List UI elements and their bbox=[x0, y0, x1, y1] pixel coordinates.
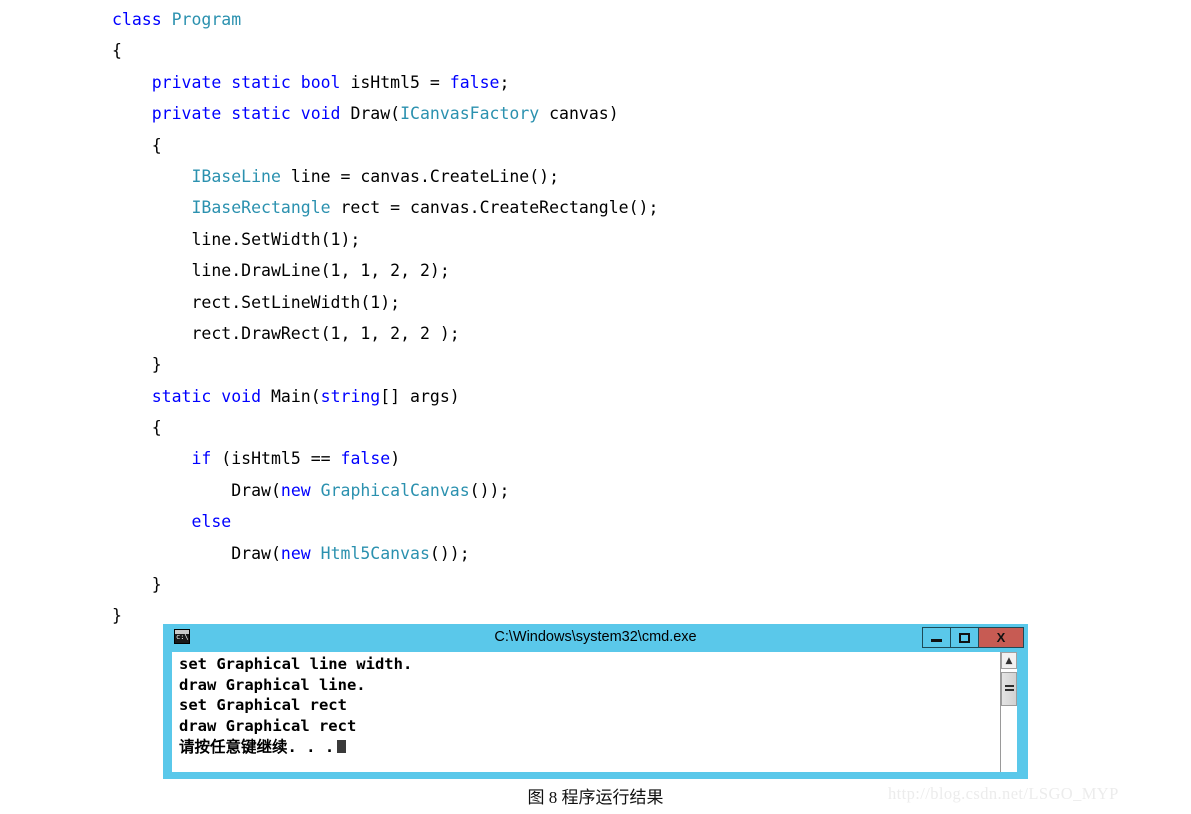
close-button[interactable]: X bbox=[978, 627, 1024, 648]
code-token: IBaseLine bbox=[191, 166, 281, 186]
code-line: { bbox=[112, 412, 658, 443]
code-line: line.DrawLine(1, 1, 2, 2); bbox=[112, 255, 658, 286]
code-token: isHtml5 = bbox=[350, 72, 450, 92]
code-token: false bbox=[449, 72, 500, 92]
code-token: line.DrawLine(1, 1, 2, 2); bbox=[112, 261, 450, 281]
code-token: if bbox=[191, 449, 222, 469]
code-line: rect.SetLineWidth(1); bbox=[112, 287, 658, 318]
code-token: false bbox=[340, 449, 391, 469]
console-line: set Graphical line width. bbox=[179, 655, 413, 673]
code-line: { bbox=[112, 35, 658, 66]
maximize-icon bbox=[959, 632, 970, 643]
code-line: IBaseRectangle rect = canvas.CreateRecta… bbox=[112, 192, 658, 223]
scrollbar-thumb[interactable] bbox=[1001, 672, 1017, 706]
code-token: (isHtml5 == bbox=[221, 449, 341, 469]
grip-icon bbox=[1004, 685, 1014, 693]
code-token: [] args) bbox=[380, 386, 460, 406]
code-token: rect = canvas.CreateRectangle(); bbox=[330, 198, 659, 218]
code-token: Program bbox=[171, 10, 242, 29]
code-token: canvas) bbox=[539, 104, 619, 124]
console-line: set Graphical rect bbox=[179, 696, 347, 715]
code-token: static void bbox=[151, 386, 271, 406]
code-line: rect.DrawRect(1, 1, 2, 2 ); bbox=[112, 318, 658, 349]
code-line: { bbox=[112, 130, 658, 161]
code-line: if (isHtml5 == false) bbox=[112, 443, 658, 474]
minimize-button[interactable] bbox=[922, 627, 951, 648]
code-token: rect.DrawRect(1, 1, 2, 2 ); bbox=[112, 323, 460, 343]
code-token: IBaseRectangle bbox=[191, 198, 331, 218]
code-token: ; bbox=[499, 72, 510, 92]
code-line: } bbox=[112, 569, 658, 600]
console-scrollbar[interactable]: ▲ bbox=[1000, 652, 1017, 772]
code-token: new bbox=[280, 480, 321, 500]
code-token: { bbox=[112, 135, 162, 155]
console-line: 请按任意键继续. . . bbox=[179, 737, 412, 758]
code-token: } bbox=[112, 355, 162, 375]
console-title: C:\Windows\system32\cmd.exe bbox=[494, 629, 697, 645]
code-token: Draw( bbox=[350, 104, 401, 124]
code-token: new bbox=[280, 543, 321, 563]
code-token: Draw( bbox=[112, 543, 281, 563]
console-output-text: set Graphical line width. draw Graphical … bbox=[179, 654, 412, 757]
code-token: ICanvasFactory bbox=[400, 104, 540, 124]
code-token: private static void bbox=[151, 104, 351, 124]
code-token: } bbox=[112, 575, 162, 595]
code-listing: class Program { private static bool isHtm… bbox=[112, 4, 658, 632]
code-token: { bbox=[112, 418, 162, 438]
code-line: } bbox=[112, 349, 658, 380]
code-token: Main( bbox=[270, 386, 321, 406]
code-token: private static bool bbox=[151, 72, 351, 92]
code-token: } bbox=[112, 606, 122, 626]
code-token: class bbox=[112, 10, 172, 29]
code-line: static void Main(string[] args) bbox=[112, 381, 658, 412]
code-token: rect.SetLineWidth(1); bbox=[112, 292, 401, 312]
code-line: class Program bbox=[112, 4, 658, 35]
console-line: draw Graphical rect bbox=[179, 717, 357, 736]
code-line: line.SetWidth(1); bbox=[112, 224, 658, 255]
console-output-area[interactable]: set Graphical line width. draw Graphical … bbox=[172, 652, 1017, 772]
window-controls: X bbox=[922, 627, 1024, 648]
maximize-button[interactable] bbox=[950, 627, 979, 648]
code-line: IBaseLine line = canvas.CreateLine(); bbox=[112, 161, 658, 192]
code-token: string bbox=[320, 386, 381, 406]
code-token: else bbox=[191, 512, 232, 532]
code-token: line = canvas.CreateLine(); bbox=[280, 166, 560, 186]
cmd-icon bbox=[174, 629, 190, 644]
code-line: private static void Draw(ICanvasFactory … bbox=[112, 98, 658, 129]
console-window[interactable]: C:\Windows\system32\cmd.exe X set Graphi… bbox=[163, 624, 1028, 779]
code-token: ()); bbox=[469, 480, 510, 500]
code-token: ()); bbox=[429, 543, 470, 563]
watermark: http://blog.csdn.net/LSGO_MYP bbox=[888, 784, 1119, 803]
minimize-icon bbox=[931, 639, 942, 642]
code-line: Draw(new Html5Canvas()); bbox=[112, 538, 658, 569]
code-line: else bbox=[112, 506, 658, 537]
code-line: Draw(new GraphicalCanvas()); bbox=[112, 475, 658, 506]
code-line: private static bool isHtml5 = false; bbox=[112, 67, 658, 98]
console-line: draw Graphical line. bbox=[179, 675, 366, 694]
code-token: Html5Canvas bbox=[320, 543, 430, 563]
console-cursor bbox=[337, 739, 347, 753]
code-token: GraphicalCanvas bbox=[320, 480, 470, 500]
code-token: Draw( bbox=[112, 480, 281, 500]
code-token: ) bbox=[390, 449, 401, 469]
code-token: line.SetWidth(1); bbox=[112, 229, 361, 249]
scroll-up-button[interactable]: ▲ bbox=[1001, 652, 1017, 669]
code-token: { bbox=[112, 41, 122, 61]
console-titlebar[interactable]: C:\Windows\system32\cmd.exe X bbox=[163, 624, 1028, 650]
